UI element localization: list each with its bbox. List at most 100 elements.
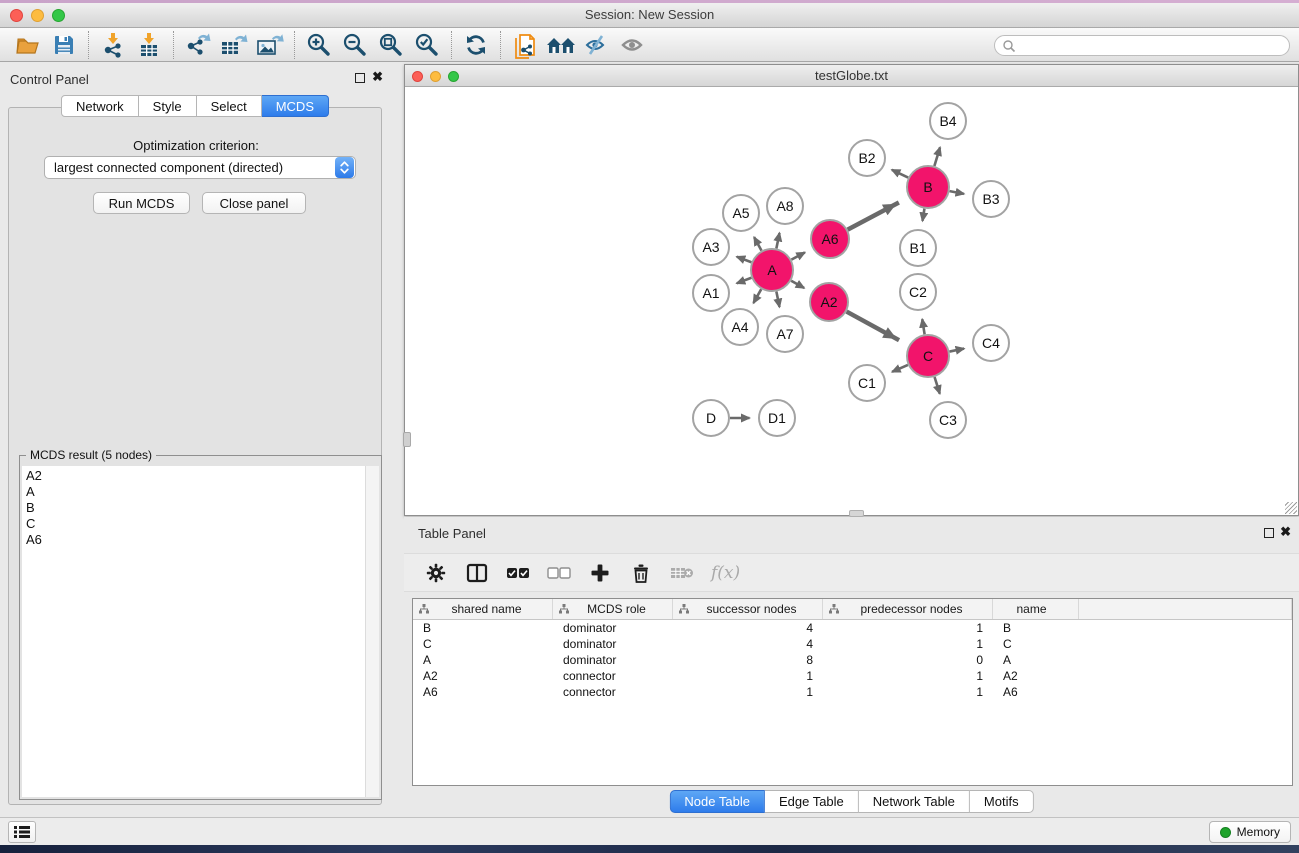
cell-shared_name[interactable]: A2 bbox=[413, 669, 553, 683]
column-header-name[interactable]: name bbox=[993, 599, 1079, 619]
refresh-button[interactable] bbox=[458, 30, 494, 60]
cell-shared_name[interactable]: C bbox=[413, 637, 553, 651]
graph-node-A2[interactable]: A2 bbox=[810, 283, 848, 321]
graph-node-D1[interactable]: D1 bbox=[759, 400, 795, 436]
tab-motifs[interactable]: Motifs bbox=[970, 790, 1034, 813]
tab-mcds[interactable]: MCDS bbox=[262, 95, 329, 117]
graph-edge-A-A8[interactable] bbox=[776, 233, 779, 248]
graph-node-A4[interactable]: A4 bbox=[722, 309, 758, 345]
tab-style[interactable]: Style bbox=[139, 95, 197, 117]
graph-edge-A-A4[interactable] bbox=[753, 289, 761, 303]
network-window-titlebar[interactable]: testGlobe.txt bbox=[405, 65, 1298, 87]
cell-name[interactable]: A bbox=[993, 653, 1079, 667]
cell-name[interactable]: C bbox=[993, 637, 1079, 651]
graph-edge-C-C4[interactable] bbox=[950, 349, 965, 352]
home-button[interactable] bbox=[543, 30, 579, 60]
table-settings-button[interactable] bbox=[424, 561, 448, 585]
graph-node-C4[interactable]: C4 bbox=[973, 325, 1009, 361]
zoom-out-button[interactable] bbox=[337, 30, 373, 60]
mcds-result-item[interactable]: A2 bbox=[26, 468, 365, 484]
tab-node-table[interactable]: Node Table bbox=[669, 790, 765, 813]
graph-edge-C-C1[interactable] bbox=[892, 365, 908, 372]
close-panel-icon[interactable]: ✖ bbox=[372, 70, 383, 84]
table-row[interactable]: A2connector11A2 bbox=[413, 668, 1292, 684]
column-header-mcds-role[interactable]: MCDS role bbox=[553, 599, 673, 619]
cell-successor_nodes[interactable]: 1 bbox=[673, 669, 823, 683]
cell-mcds_role[interactable]: dominator bbox=[553, 621, 673, 635]
network-graph-canvas[interactable]: B4B2BB3A8A5A6A3B1AA1C2A2A4A7C4CC1C3DD1 bbox=[405, 87, 1298, 516]
table-row[interactable]: Adominator80A bbox=[413, 652, 1292, 668]
graph-edge-B-B2[interactable] bbox=[892, 170, 908, 178]
table-row[interactable]: A6connector11A6 bbox=[413, 684, 1292, 700]
graph-node-B3[interactable]: B3 bbox=[973, 181, 1009, 217]
show-details-button[interactable] bbox=[615, 30, 651, 60]
mcds-result-item[interactable]: C bbox=[26, 516, 365, 532]
network-vertical-scroll-thumb[interactable] bbox=[403, 432, 411, 447]
run-mcds-button[interactable]: Run MCDS bbox=[93, 192, 190, 214]
cell-name[interactable]: A2 bbox=[993, 669, 1079, 683]
import-table-button[interactable] bbox=[131, 30, 167, 60]
graph-edge-B-B1[interactable] bbox=[922, 209, 924, 221]
graph-node-C2[interactable]: C2 bbox=[900, 274, 936, 310]
cell-predecessor_nodes[interactable]: 1 bbox=[823, 621, 993, 635]
mcds-result-item[interactable]: B bbox=[26, 500, 365, 516]
tab-network-table[interactable]: Network Table bbox=[859, 790, 970, 813]
column-header-predecessor-nodes[interactable]: predecessor nodes bbox=[823, 599, 993, 619]
graph-node-C[interactable]: C bbox=[907, 335, 949, 377]
zoom-selected-button[interactable] bbox=[409, 30, 445, 60]
import-network-button[interactable] bbox=[95, 30, 131, 60]
zoom-fit-button[interactable] bbox=[373, 30, 409, 60]
graph-edge-C-C2[interactable] bbox=[922, 319, 924, 334]
network-from-file-button[interactable] bbox=[507, 30, 543, 60]
cell-name[interactable]: B bbox=[993, 621, 1079, 635]
search-input[interactable] bbox=[1016, 37, 1289, 54]
export-network-button[interactable] bbox=[180, 30, 216, 60]
open-session-button[interactable] bbox=[10, 30, 46, 60]
mcds-result-scrollbar[interactable] bbox=[365, 466, 379, 797]
cell-successor_nodes[interactable]: 4 bbox=[673, 637, 823, 651]
cell-mcds_role[interactable]: connector bbox=[553, 669, 673, 683]
graph-node-A8[interactable]: A8 bbox=[767, 188, 803, 224]
graph-edge-A-A1[interactable] bbox=[737, 278, 752, 284]
cell-mcds_role[interactable]: connector bbox=[553, 685, 673, 699]
cell-predecessor_nodes[interactable]: 1 bbox=[823, 637, 993, 651]
graph-node-A1[interactable]: A1 bbox=[693, 275, 729, 311]
graph-edge-C-C3[interactable] bbox=[935, 377, 940, 394]
mcds-result-list[interactable]: A2ABCA6 bbox=[22, 466, 365, 797]
function-builder-button[interactable]: f(x) bbox=[711, 563, 740, 583]
graph-node-A5[interactable]: A5 bbox=[723, 195, 759, 231]
deselect-all-button[interactable] bbox=[547, 561, 571, 585]
cell-shared_name[interactable]: B bbox=[413, 621, 553, 635]
cell-mcds_role[interactable]: dominator bbox=[553, 653, 673, 667]
graph-node-B1[interactable]: B1 bbox=[900, 230, 936, 266]
cell-name[interactable]: A6 bbox=[993, 685, 1079, 699]
task-history-button[interactable] bbox=[8, 821, 36, 843]
cell-predecessor_nodes[interactable]: 1 bbox=[823, 669, 993, 683]
save-session-button[interactable] bbox=[46, 30, 82, 60]
cell-predecessor_nodes[interactable]: 1 bbox=[823, 685, 993, 699]
cell-successor_nodes[interactable]: 1 bbox=[673, 685, 823, 699]
cell-shared_name[interactable]: A bbox=[413, 653, 553, 667]
window-resize-grip[interactable] bbox=[1285, 502, 1297, 514]
graph-node-A7[interactable]: A7 bbox=[767, 316, 803, 352]
cell-successor_nodes[interactable]: 4 bbox=[673, 621, 823, 635]
memory-button[interactable]: Memory bbox=[1209, 821, 1291, 843]
graph-node-B4[interactable]: B4 bbox=[930, 103, 966, 139]
graph-edge-B-B3[interactable] bbox=[950, 191, 964, 194]
export-image-button[interactable] bbox=[252, 30, 288, 60]
float-panel-icon[interactable] bbox=[355, 73, 365, 83]
export-table-button[interactable] bbox=[216, 30, 252, 60]
cell-shared_name[interactable]: A6 bbox=[413, 685, 553, 699]
cell-predecessor_nodes[interactable]: 0 bbox=[823, 653, 993, 667]
graph-edge-A-A3[interactable] bbox=[737, 257, 752, 263]
graph-edge-A-A6[interactable] bbox=[791, 252, 804, 259]
close-panel-icon[interactable]: ✖ bbox=[1280, 525, 1291, 539]
close-panel-button[interactable]: Close panel bbox=[202, 192, 306, 214]
mcds-result-item[interactable]: A6 bbox=[26, 532, 365, 548]
graph-node-B[interactable]: B bbox=[907, 166, 949, 208]
graph-edge-A2-C[interactable] bbox=[847, 312, 899, 341]
search-field[interactable] bbox=[994, 35, 1290, 56]
table-row[interactable]: Cdominator41C bbox=[413, 636, 1292, 652]
graph-node-A[interactable]: A bbox=[751, 249, 793, 291]
criterion-select[interactable]: largest connected component (directed) bbox=[44, 156, 356, 179]
